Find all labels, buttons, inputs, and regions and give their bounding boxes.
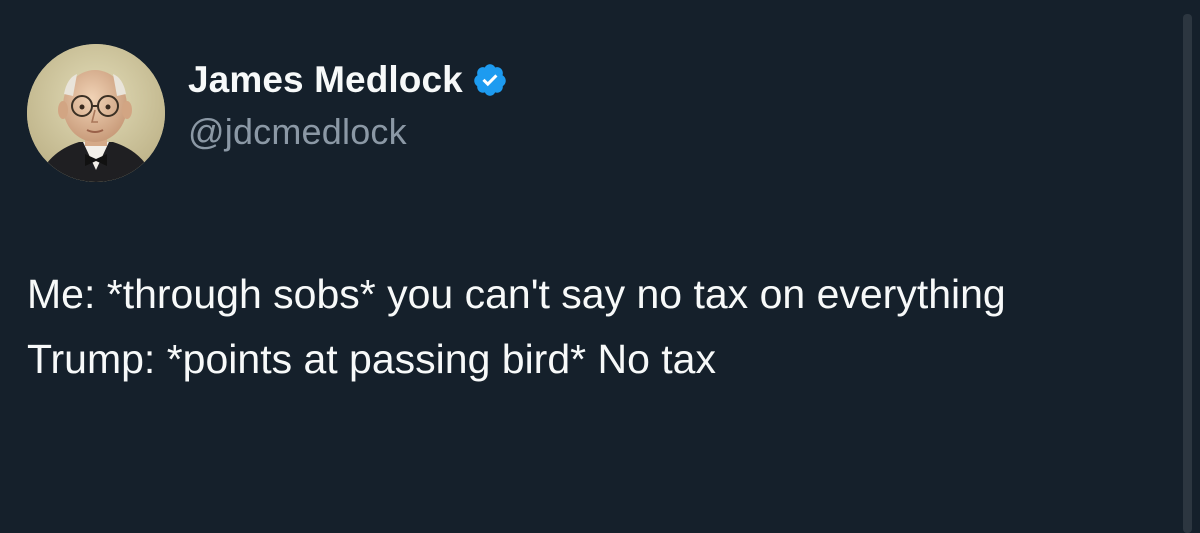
tweet-line: Me: *through sobs* you can't say no tax … — [27, 271, 1006, 317]
display-name-row: James Medlock — [188, 57, 508, 103]
scrollbar[interactable] — [1183, 14, 1192, 533]
tweet-header: James Medlock @jdcmedlock — [27, 44, 508, 182]
tweet-card: James Medlock @jdcmedlock Me: *through s… — [0, 0, 1200, 533]
handle[interactable]: @jdcmedlock — [188, 111, 508, 153]
display-name[interactable]: James Medlock — [188, 59, 463, 101]
tweet-line: Trump: *points at passing bird* No tax — [27, 336, 716, 382]
avatar-portrait-image — [27, 44, 165, 182]
verified-badge-icon — [472, 62, 508, 98]
tweet-text: Me: *through sobs* you can't say no tax … — [27, 262, 1147, 392]
avatar[interactable] — [27, 44, 165, 182]
author-names: James Medlock @jdcmedlock — [188, 57, 508, 153]
